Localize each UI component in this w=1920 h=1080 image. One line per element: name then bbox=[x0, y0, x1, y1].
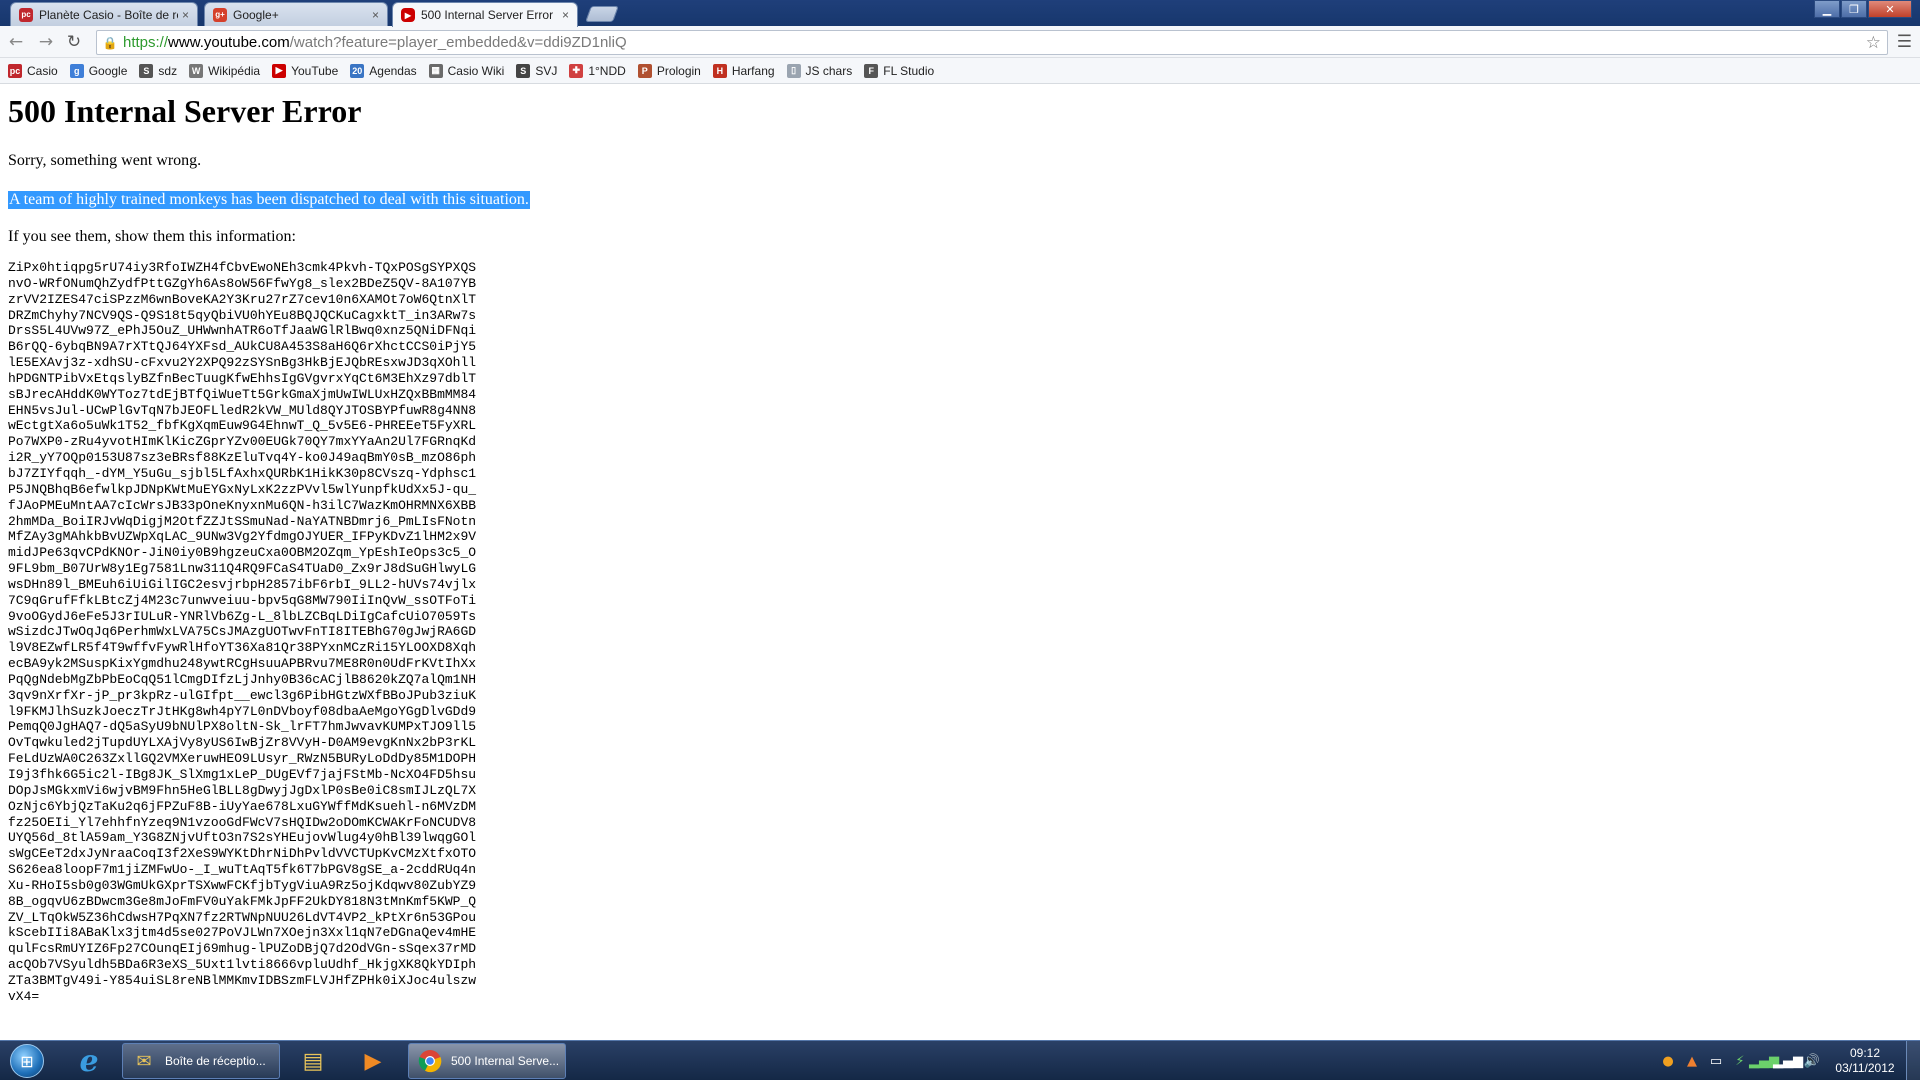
chrome-menu-icon[interactable]: ☰ bbox=[1897, 32, 1912, 52]
pc-icon: pc bbox=[8, 63, 22, 78]
bookmark-item[interactable]: 20 Agendas bbox=[350, 63, 417, 78]
url-path: /watch?feature=player_embedded&v=ddi9ZD1… bbox=[289, 34, 627, 51]
mail-folder-icon: ✉ bbox=[136, 1050, 152, 1071]
maximize-window-button[interactable]: ❐ bbox=[1841, 0, 1867, 18]
show-desktop-button[interactable] bbox=[1906, 1041, 1920, 1080]
internet-explorer-icon[interactable]: e bbox=[62, 1043, 116, 1079]
bookmark-item[interactable]: g Google bbox=[69, 63, 128, 78]
bookmark-label: Wikipédia bbox=[208, 63, 261, 78]
bookmark-label: Casio bbox=[27, 63, 58, 78]
url-host: www.youtube.com bbox=[168, 34, 290, 51]
address-bar[interactable]: 🔒 https://www.youtube.com/watch?feature=… bbox=[96, 30, 1888, 55]
wikipedia-icon: W bbox=[189, 63, 204, 78]
close-icon[interactable]: × bbox=[562, 8, 569, 22]
update-icon[interactable]: ● bbox=[1656, 1049, 1680, 1073]
svj-icon: S bbox=[516, 63, 531, 78]
task-label: Boîte de réceptio... bbox=[165, 1054, 266, 1068]
casio-wiki-icon: ▦ bbox=[428, 63, 443, 78]
clock-time: 09:12 bbox=[1849, 1046, 1881, 1060]
tab-planete-casio[interactable]: pc Planète Casio - Boîte de ré × bbox=[10, 2, 198, 26]
bookmark-label: Agendas bbox=[369, 63, 417, 78]
reload-icon[interactable]: ↻ bbox=[64, 32, 84, 52]
debug-info-block[interactable]: ZiPx0htiqpg5rU74iy3RfoIWZH4fCbvEwoNEh3cm… bbox=[8, 260, 476, 1005]
error-message: Sorry, something went wrong. bbox=[8, 152, 202, 169]
volume-icon[interactable]: 🔊 bbox=[1800, 1049, 1824, 1073]
error-heading: 500 Internal Server Error bbox=[8, 93, 362, 129]
taskbar-task-chrome[interactable]: 500 Internal Serve... bbox=[408, 1043, 566, 1079]
tab-title: Google+ bbox=[233, 7, 279, 22]
highlighted-text[interactable]: A team of highly trained monkeys has bee… bbox=[8, 191, 530, 209]
youtube-icon: ▶ bbox=[272, 63, 287, 78]
tab-title: Planète Casio - Boîte de ré bbox=[39, 7, 178, 22]
start-button[interactable]: ⊞ bbox=[4, 1041, 50, 1080]
tab-500-error[interactable]: ▶ 500 Internal Server Error × bbox=[392, 2, 578, 27]
info-prompt: If you see them, show them this informat… bbox=[8, 228, 296, 245]
task-label: 500 Internal Serve... bbox=[451, 1054, 560, 1068]
bookmark-label: Harfang bbox=[731, 63, 775, 78]
back-arrow-icon[interactable]: ← bbox=[6, 32, 26, 52]
windows-explorer-icon[interactable]: ▤ bbox=[286, 1043, 340, 1079]
google-icon: g bbox=[69, 63, 84, 78]
youtube-favicon-icon: ▶ bbox=[401, 8, 415, 22]
page-content: 500 Internal Server Error Sorry, somethi… bbox=[0, 85, 1920, 1040]
close-icon[interactable]: × bbox=[372, 8, 379, 22]
bookmark-item[interactable]: pc Casio bbox=[8, 63, 58, 78]
chrome-icon bbox=[417, 1048, 443, 1074]
clock-date: 03/11/2012 bbox=[1835, 1061, 1895, 1075]
windows-taskbar: ⊞ e ✉ Boîte de réceptio... ▤ ▶ 500 Inter… bbox=[0, 1040, 1920, 1080]
sdz-icon: S bbox=[139, 63, 154, 78]
calendar-icon: 20 bbox=[350, 63, 365, 78]
network-share-icon[interactable]: ▲ bbox=[1680, 1049, 1704, 1073]
bookmark-label: Google bbox=[88, 63, 128, 78]
wifi-icon[interactable]: ▂▄▆ bbox=[1773, 1049, 1803, 1073]
bookmark-item[interactable]: ▦ Casio Wiki bbox=[428, 63, 505, 78]
lock-icon: 🔒 bbox=[102, 35, 118, 50]
forward-arrow-icon[interactable]: → bbox=[36, 32, 56, 52]
prologin-icon: P bbox=[637, 63, 652, 78]
close-icon[interactable]: × bbox=[182, 8, 189, 22]
bookmark-label: sdz bbox=[158, 63, 178, 78]
google-plus-favicon-icon: g+ bbox=[213, 7, 227, 22]
ndd-icon: ✚ bbox=[569, 63, 584, 78]
bookmark-item[interactable]: F FL Studio bbox=[864, 63, 935, 78]
new-tab-button[interactable] bbox=[585, 6, 619, 22]
bookmark-item[interactable]: ▯ JS chars bbox=[786, 63, 853, 78]
bookmark-item[interactable]: S SVJ bbox=[516, 63, 558, 78]
display-icon[interactable]: ▭ bbox=[1704, 1049, 1728, 1073]
bookmark-label: 1°NDD bbox=[588, 63, 626, 78]
browser-toolbar: ← → ↻ 🔒 https://www.youtube.com/watch?fe… bbox=[0, 26, 1920, 58]
url-scheme: https:// bbox=[123, 34, 169, 51]
windows-logo-icon: ⊞ bbox=[10, 1044, 44, 1078]
planete-casio-favicon-icon: pc bbox=[19, 7, 33, 22]
tab-title: 500 Internal Server Error bbox=[421, 8, 554, 22]
bookmark-item[interactable]: P Prologin bbox=[637, 63, 701, 78]
bookmark-label: FL Studio bbox=[883, 63, 935, 78]
close-window-button[interactable]: ✕ bbox=[1868, 0, 1912, 18]
bookmark-item[interactable]: ▶ YouTube bbox=[272, 63, 339, 78]
bookmark-item[interactable]: Ssdz bbox=[139, 63, 178, 78]
bookmark-label: JS chars bbox=[805, 63, 853, 78]
bookmark-item[interactable]: W Wikipédia bbox=[189, 63, 261, 78]
harfang-icon: H bbox=[712, 63, 727, 78]
system-tray: ● ▲ ▭ ⚡ ▂▄▆ ▂▄▆ 🔊 09:12 03/11/2012 bbox=[1656, 1041, 1920, 1080]
bookmark-star-icon[interactable]: ☆ bbox=[1866, 33, 1881, 53]
tab-google-plus[interactable]: g+ Google+ × bbox=[204, 2, 388, 26]
taskbar-task-mail[interactable]: ✉ Boîte de réceptio... bbox=[122, 1043, 280, 1079]
media-player-icon[interactable]: ▶ bbox=[346, 1043, 400, 1079]
bookmark-item[interactable]: ✚ 1°NDD bbox=[569, 63, 626, 78]
minimize-window-button[interactable]: ▁ bbox=[1814, 0, 1840, 18]
system-clock[interactable]: 09:12 03/11/2012 bbox=[1830, 1046, 1900, 1076]
page-icon: ▯ bbox=[786, 63, 801, 78]
browser-tab-strip: pc Planète Casio - Boîte de ré × g+ Goog… bbox=[0, 0, 1920, 27]
bookmarks-bar: pc Casio g Google Ssdz W Wikipédia ▶ YouTube 20 Ag… bbox=[0, 58, 1920, 84]
fl-studio-icon: F bbox=[864, 63, 879, 78]
bookmark-label: YouTube bbox=[291, 63, 339, 78]
bookmark-label: SVJ bbox=[535, 63, 558, 78]
bookmark-label: Casio Wiki bbox=[447, 63, 505, 78]
bookmark-label: Prologin bbox=[656, 63, 701, 78]
bookmark-item[interactable]: H Harfang bbox=[712, 63, 775, 78]
